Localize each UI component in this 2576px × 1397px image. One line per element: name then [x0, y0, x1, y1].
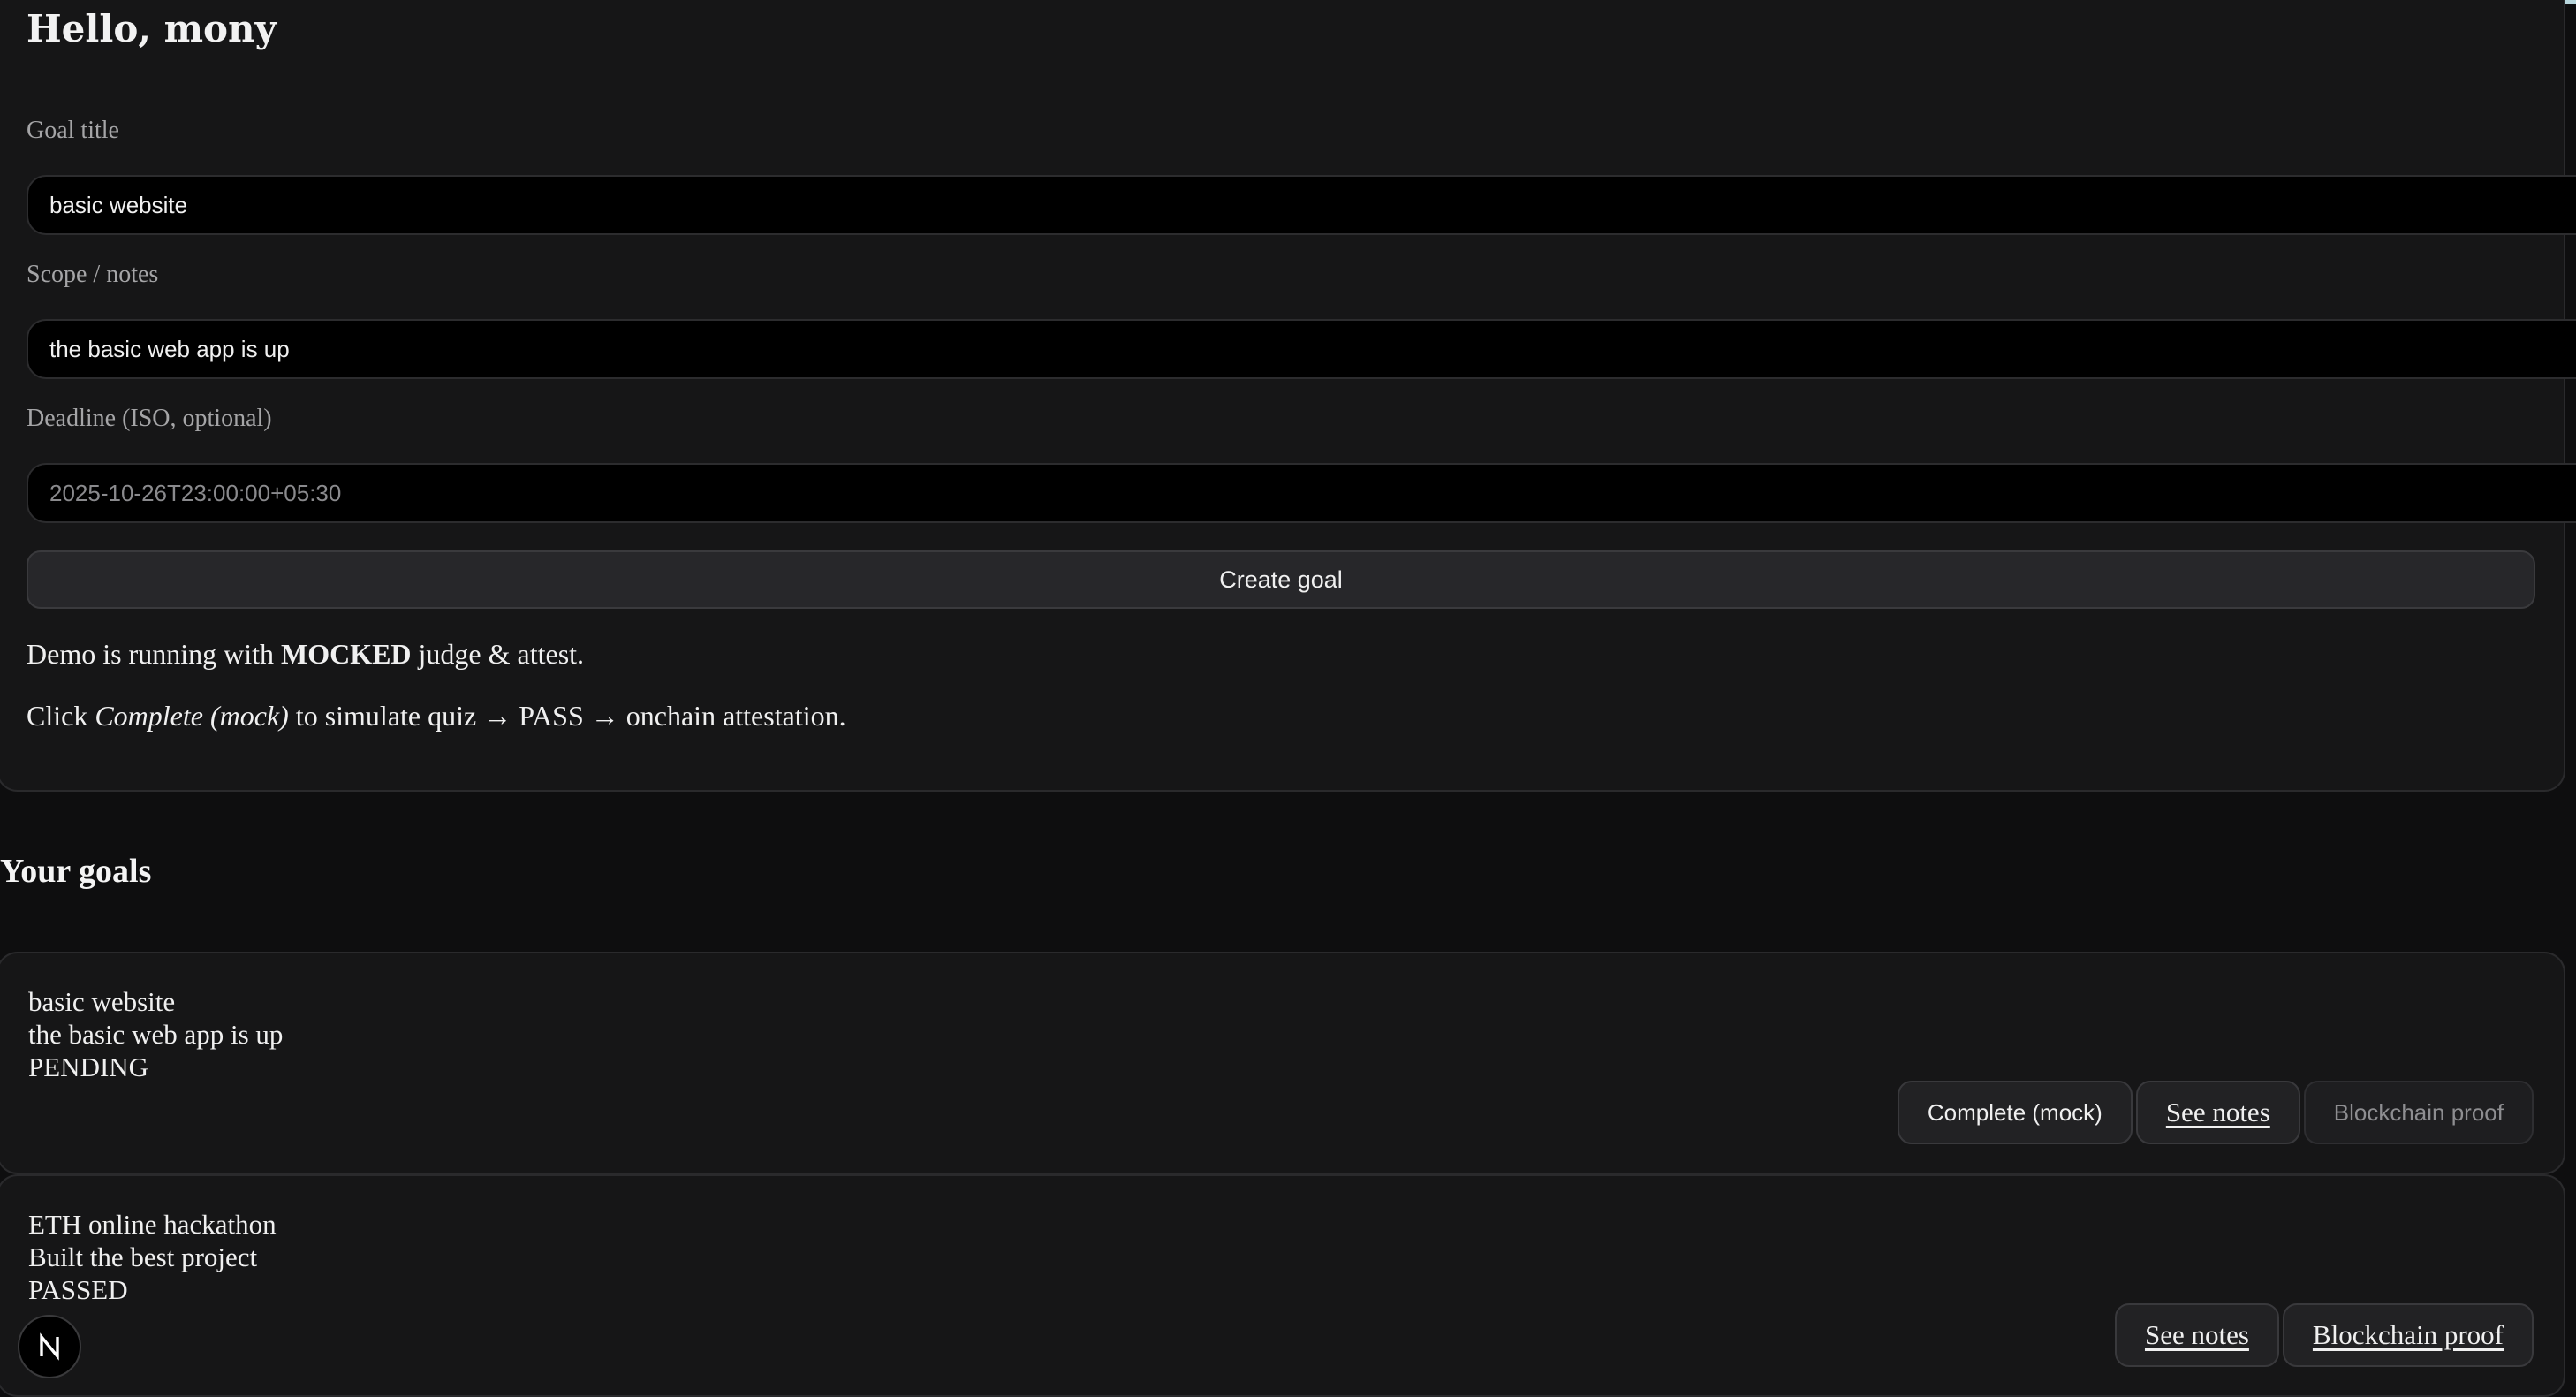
goal-card: ETH online hackathon Built the best proj… — [0, 1174, 2565, 1397]
blockchain-proof-button[interactable]: Blockchain proof — [2303, 1081, 2534, 1144]
goal-actions: See notes Blockchain proof — [2114, 1303, 2534, 1367]
instructions-prefix: Click — [27, 700, 95, 732]
deadline-input[interactable]: 2025-10-26T23:00:00+05:30 — [27, 463, 2576, 523]
goal-title-input[interactable]: basic website — [27, 175, 2576, 235]
goal-notes: Built the best project — [28, 1241, 258, 1272]
demo-info-prefix: Demo is running with — [27, 638, 281, 670]
scope-value: the basic web app is up — [49, 335, 290, 362]
see-notes-button[interactable]: See notes — [2135, 1081, 2300, 1144]
goal-title: basic website — [28, 986, 176, 1017]
nextjs-dev-badge[interactable] — [18, 1315, 81, 1378]
deadline-label: Deadline (ISO, optional) — [27, 405, 272, 432]
your-goals-heading: Your goals — [0, 853, 152, 890]
greeting-heading: Hello, mony — [27, 7, 277, 50]
goal-status: PASSED — [28, 1274, 128, 1305]
blockchain-proof-button[interactable]: Blockchain proof — [2282, 1303, 2534, 1367]
goal-status: PENDING — [28, 1052, 149, 1082]
demo-info-suffix: judge & attest. — [411, 638, 585, 670]
goal-actions: Complete (mock) See notes Blockchain pro… — [1897, 1081, 2534, 1144]
create-goal-button[interactable]: Create goal — [27, 550, 2535, 609]
see-notes-button[interactable]: See notes — [2114, 1303, 2279, 1367]
goal-title-label: Goal title — [27, 117, 119, 144]
scope-input[interactable]: the basic web app is up — [27, 319, 2576, 379]
instructions-line: Click Complete (mock) to simulate quiz →… — [27, 696, 846, 735]
mocked-label: MOCKED — [280, 638, 412, 670]
goal-notes: the basic web app is up — [28, 1019, 284, 1050]
goal-title: ETH online hackathon — [28, 1209, 277, 1240]
scope-label: Scope / notes — [27, 261, 159, 288]
complete-mock-button[interactable]: Complete (mock) — [1897, 1081, 2133, 1144]
complete-mock-reference: Complete (mock) — [95, 700, 289, 732]
goal-card: basic website the basic web app is up PE… — [0, 952, 2565, 1174]
nextjs-icon — [40, 1332, 59, 1361]
demo-info-line: Demo is running with MOCKED judge & atte… — [27, 634, 584, 673]
goal-title-value: basic website — [49, 191, 188, 218]
deadline-placeholder: 2025-10-26T23:00:00+05:30 — [49, 479, 342, 506]
instructions-suffix: to simulate quiz → PASS → onchain attest… — [288, 700, 846, 732]
